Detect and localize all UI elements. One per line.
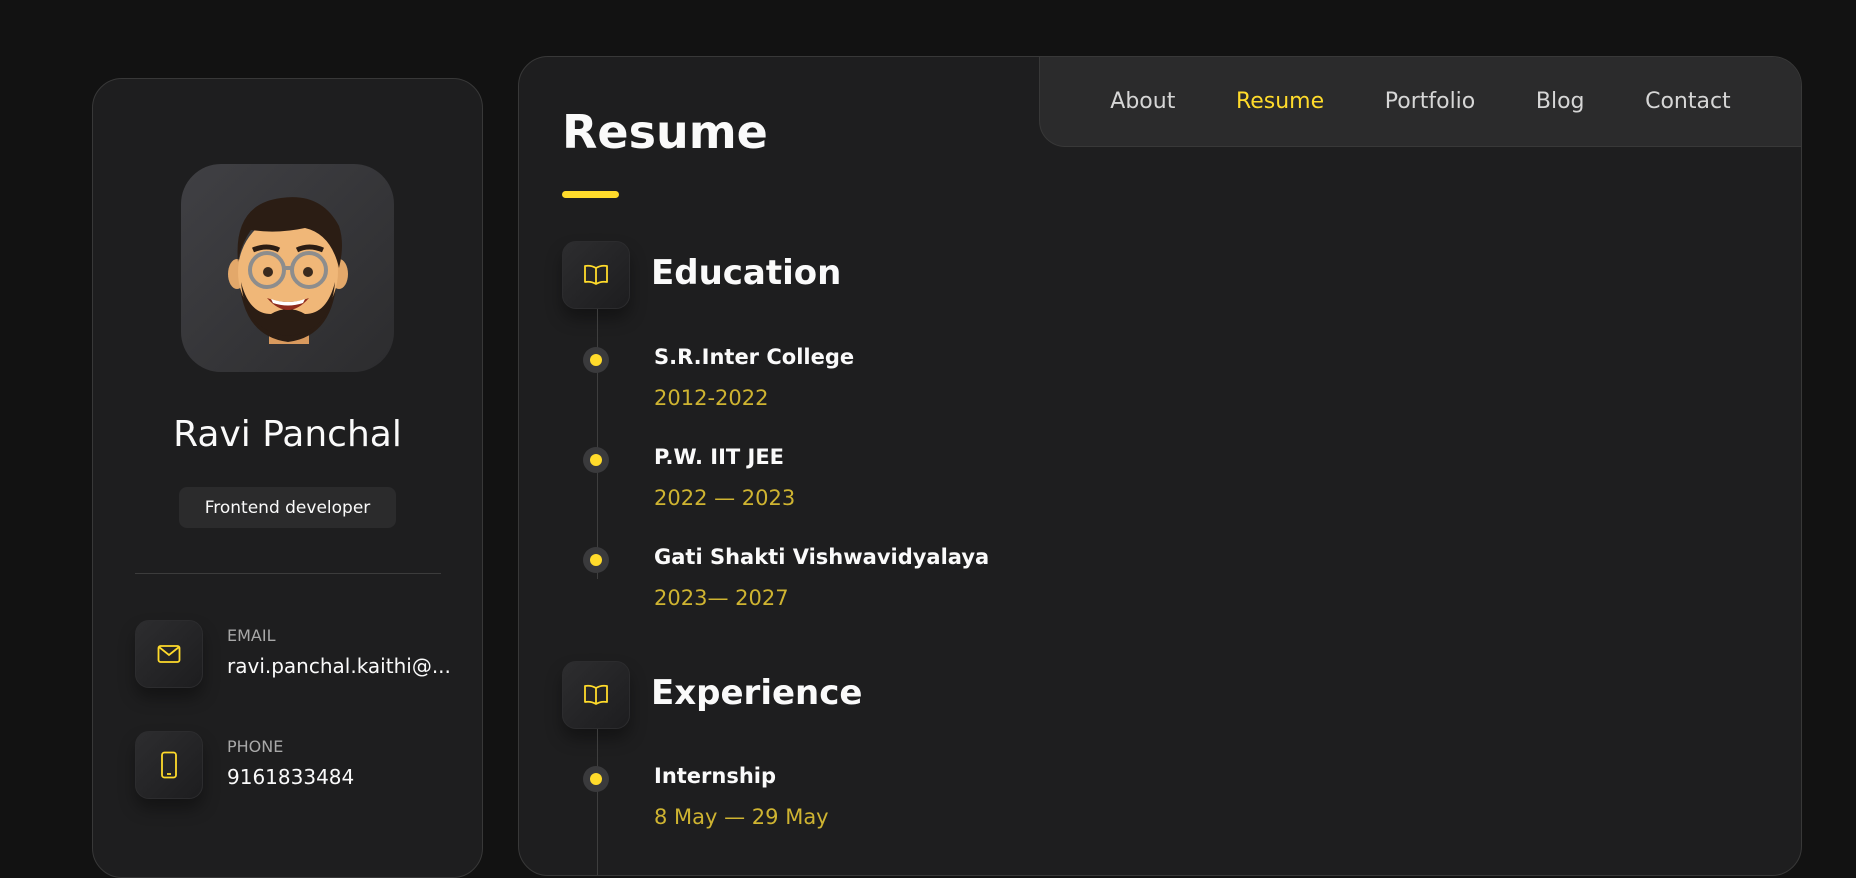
timeline-dot-icon bbox=[583, 547, 609, 573]
sidebar-separator bbox=[135, 573, 441, 574]
timeline-item: Internship 8 May — 29 May bbox=[583, 760, 1183, 850]
resume-panel: About Resume Portfolio Blog Contact Resu… bbox=[518, 56, 1802, 876]
book-icon bbox=[562, 241, 630, 309]
timeline-title: P.W. IIT JEE bbox=[654, 445, 785, 469]
timeline-dot-icon bbox=[583, 766, 609, 792]
contact-email: EMAIL ravi.panchal.kaithi@... bbox=[135, 620, 455, 690]
mail-icon bbox=[135, 620, 203, 688]
timeline-dot-icon bbox=[583, 447, 609, 473]
profile-name: Ravi Panchal bbox=[173, 414, 402, 455]
profile-sidebar: Ravi Panchal Frontend developer EMAIL ra… bbox=[92, 78, 483, 878]
timeline-title: S.R.Inter College bbox=[654, 345, 855, 369]
phone-icon bbox=[135, 731, 203, 799]
avatar bbox=[181, 164, 394, 372]
nav-about[interactable]: About bbox=[1110, 89, 1175, 114]
title-underline bbox=[562, 191, 619, 198]
contact-label: PHONE bbox=[227, 737, 284, 756]
timeline-title: Internship bbox=[654, 764, 777, 788]
email-link[interactable]: ravi.panchal.kaithi@... bbox=[227, 654, 455, 678]
education-header: Education bbox=[562, 241, 962, 309]
timeline-dot-icon bbox=[583, 347, 609, 373]
nav-resume[interactable]: Resume bbox=[1236, 89, 1324, 114]
top-navbar: About Resume Portfolio Blog Contact bbox=[1039, 57, 1801, 147]
experience-header: Experience bbox=[562, 661, 962, 729]
section-title: Education bbox=[651, 253, 842, 293]
nav-blog[interactable]: Blog bbox=[1536, 89, 1585, 114]
timeline-date: 2012-2022 bbox=[654, 386, 769, 410]
contact-label: EMAIL bbox=[227, 626, 276, 645]
timeline-title: Gati Shakti Vishwavidyalaya bbox=[654, 545, 990, 569]
timeline-item: S.R.Inter College 2012-2022 bbox=[583, 341, 1183, 431]
section-title: Experience bbox=[651, 673, 863, 713]
timeline-date: 2022 — 2023 bbox=[654, 486, 796, 510]
timeline-item: Gati Shakti Vishwavidyalaya 2023— 2027 bbox=[583, 541, 1183, 631]
phone-link[interactable]: 9161833484 bbox=[227, 765, 455, 789]
timeline-date: 2023— 2027 bbox=[654, 586, 789, 610]
contact-phone: PHONE 9161833484 bbox=[135, 731, 455, 801]
profile-role-badge: Frontend developer bbox=[179, 487, 396, 528]
memoji-avatar-icon bbox=[228, 197, 348, 344]
timeline-item: P.W. IIT JEE 2022 — 2023 bbox=[583, 441, 1183, 531]
timeline-date: 8 May — 29 May bbox=[654, 805, 829, 829]
book-icon bbox=[562, 661, 630, 729]
nav-portfolio[interactable]: Portfolio bbox=[1385, 89, 1476, 114]
page-title: Resume bbox=[562, 105, 768, 159]
nav-contact[interactable]: Contact bbox=[1645, 89, 1731, 114]
